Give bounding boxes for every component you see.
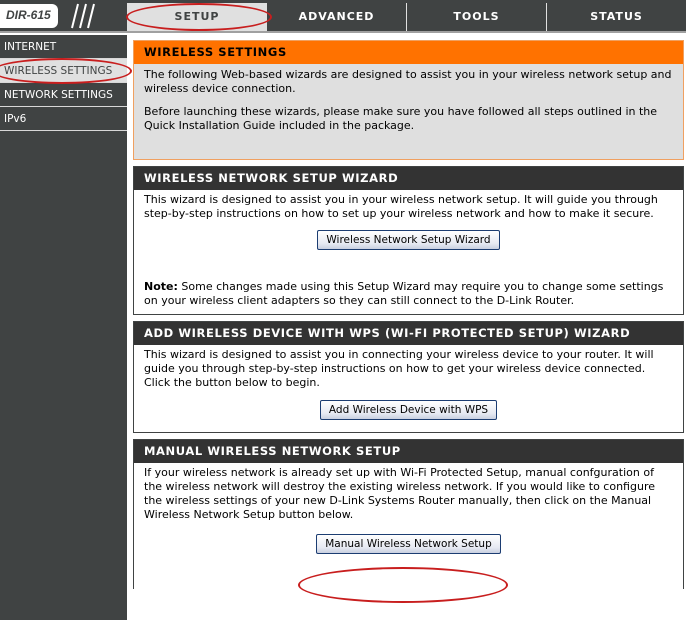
manual-setup-description: If your wireless network is already set … — [144, 466, 655, 521]
wireless-settings-intro: WIRELESS SETTINGS The following Web-base… — [133, 40, 684, 160]
manual-setup-button[interactable]: Manual Wireless Network Setup — [316, 534, 501, 554]
sidebar-item-wireless-settings[interactable]: WIRELESS SETTINGS — [0, 59, 127, 83]
slashes-decoration-icon — [71, 3, 95, 29]
top-bar: DIR-615 SETUP ADVANCED TOOLS STATUS — [0, 0, 686, 33]
model-logo: DIR-615 — [0, 4, 58, 28]
wps-wizard-description: This wizard is designed to assist you in… — [144, 348, 654, 389]
sidebar-item-network-settings[interactable]: NETWORK SETTINGS — [0, 83, 127, 107]
intro-paragraph-1: The following Web-based wizards are desi… — [144, 68, 672, 95]
note-label: Note: — [144, 280, 178, 293]
main-content: WIRELESS SETTINGS The following Web-base… — [133, 40, 684, 595]
intro-paragraph-2: Before launching these wizards, please m… — [144, 105, 658, 132]
tab-tools[interactable]: TOOLS — [407, 3, 547, 31]
model-name: DIR-615 — [6, 8, 51, 22]
sidebar-item-internet[interactable]: INTERNET — [0, 35, 127, 59]
note-text: Some changes made using this Setup Wizar… — [144, 280, 664, 307]
wireless-setup-wizard-button[interactable]: Wireless Network Setup Wizard — [317, 230, 500, 250]
setup-wizard-section: WIRELESS NETWORK SETUP WIZARD This wizar… — [133, 166, 684, 315]
wps-wizard-title: ADD WIRELESS DEVICE WITH WPS (WI-FI PROT… — [134, 322, 683, 345]
tab-setup[interactable]: SETUP — [127, 3, 267, 31]
main-nav: SETUP ADVANCED TOOLS STATUS — [127, 3, 686, 31]
wps-wizard-section: ADD WIRELESS DEVICE WITH WPS (WI-FI PROT… — [133, 321, 684, 433]
sidebar: INTERNET WIRELESS SETTINGS NETWORK SETTI… — [0, 35, 127, 620]
setup-wizard-note: Note: Some changes made using this Setup… — [144, 280, 673, 308]
intro-title: WIRELESS SETTINGS — [134, 41, 683, 64]
setup-wizard-description: This wizard is designed to assist you in… — [144, 193, 658, 220]
setup-wizard-title: WIRELESS NETWORK SETUP WIZARD — [134, 167, 683, 190]
sidebar-item-ipv6[interactable]: IPv6 — [0, 107, 127, 131]
manual-setup-section: MANUAL WIRELESS NETWORK SETUP If your wi… — [133, 439, 684, 589]
manual-setup-title: MANUAL WIRELESS NETWORK SETUP — [134, 440, 683, 463]
tab-advanced[interactable]: ADVANCED — [267, 3, 407, 31]
add-wps-device-button[interactable]: Add Wireless Device with WPS — [319, 400, 498, 420]
tab-status[interactable]: STATUS — [547, 3, 686, 31]
